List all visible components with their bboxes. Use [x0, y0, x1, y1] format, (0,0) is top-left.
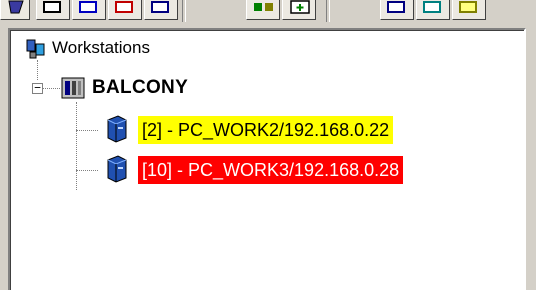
- pencil-icon: [8, 0, 24, 14]
- workstation-item[interactable]: [2] - PC_WORK2/192.168.0.22: [138, 116, 394, 144]
- toolbar: [0, 0, 536, 24]
- tree-connector: [76, 102, 77, 190]
- network-icon: [254, 3, 273, 11]
- tree-connector: [76, 130, 98, 131]
- workstation-label: [2] - PC_WORK2/192.168.0.22: [138, 116, 394, 144]
- screen-icon: [387, 1, 405, 13]
- collapse-toggle[interactable]: −: [32, 82, 43, 94]
- monitor-icon: [423, 1, 441, 13]
- tree-root-workstations[interactable]: Workstations: [50, 36, 152, 60]
- add-icon: [290, 0, 310, 14]
- edit-icon: [79, 1, 97, 13]
- message-icon: [459, 1, 477, 13]
- computer-icon: [107, 155, 127, 183]
- toolbar-button-1[interactable]: [0, 0, 30, 20]
- tree-root-label: Workstations: [52, 38, 150, 57]
- toolbar-button-8[interactable]: [380, 0, 414, 20]
- tree-node-balcony[interactable]: BALCONY: [90, 76, 190, 100]
- toolbar-separator: [326, 0, 330, 22]
- group-label: BALCONY: [92, 77, 189, 98]
- window-icon: [43, 1, 61, 13]
- toolbar-button-10[interactable]: [452, 0, 486, 20]
- tree-connector: [76, 170, 98, 171]
- tree-connector: [37, 60, 38, 80]
- toolbar-button-5[interactable]: [144, 0, 178, 20]
- toolbar-separator: [182, 0, 186, 22]
- toolbar-button-4[interactable]: [108, 0, 142, 20]
- workstation-item[interactable]: [10] - PC_WORK3/192.168.0.28: [138, 156, 404, 184]
- delete-icon: [115, 1, 133, 13]
- workstations-icon: [26, 39, 45, 59]
- computer-icon: [107, 115, 127, 143]
- toolbar-button-7[interactable]: [282, 0, 316, 20]
- tree-connector: [42, 88, 60, 89]
- workstation-label: [10] - PC_WORK3/192.168.0.28: [138, 156, 404, 184]
- workstation-tree[interactable]: Workstations − BALCONY [2] - PC_WORK2/19…: [8, 28, 526, 290]
- toolbar-button-9[interactable]: [416, 0, 450, 20]
- properties-icon: [151, 1, 169, 13]
- toolbar-button-6[interactable]: [246, 0, 280, 20]
- server-icon: [61, 77, 85, 99]
- toolbar-button-3[interactable]: [72, 0, 106, 20]
- toolbar-button-2[interactable]: [36, 0, 70, 20]
